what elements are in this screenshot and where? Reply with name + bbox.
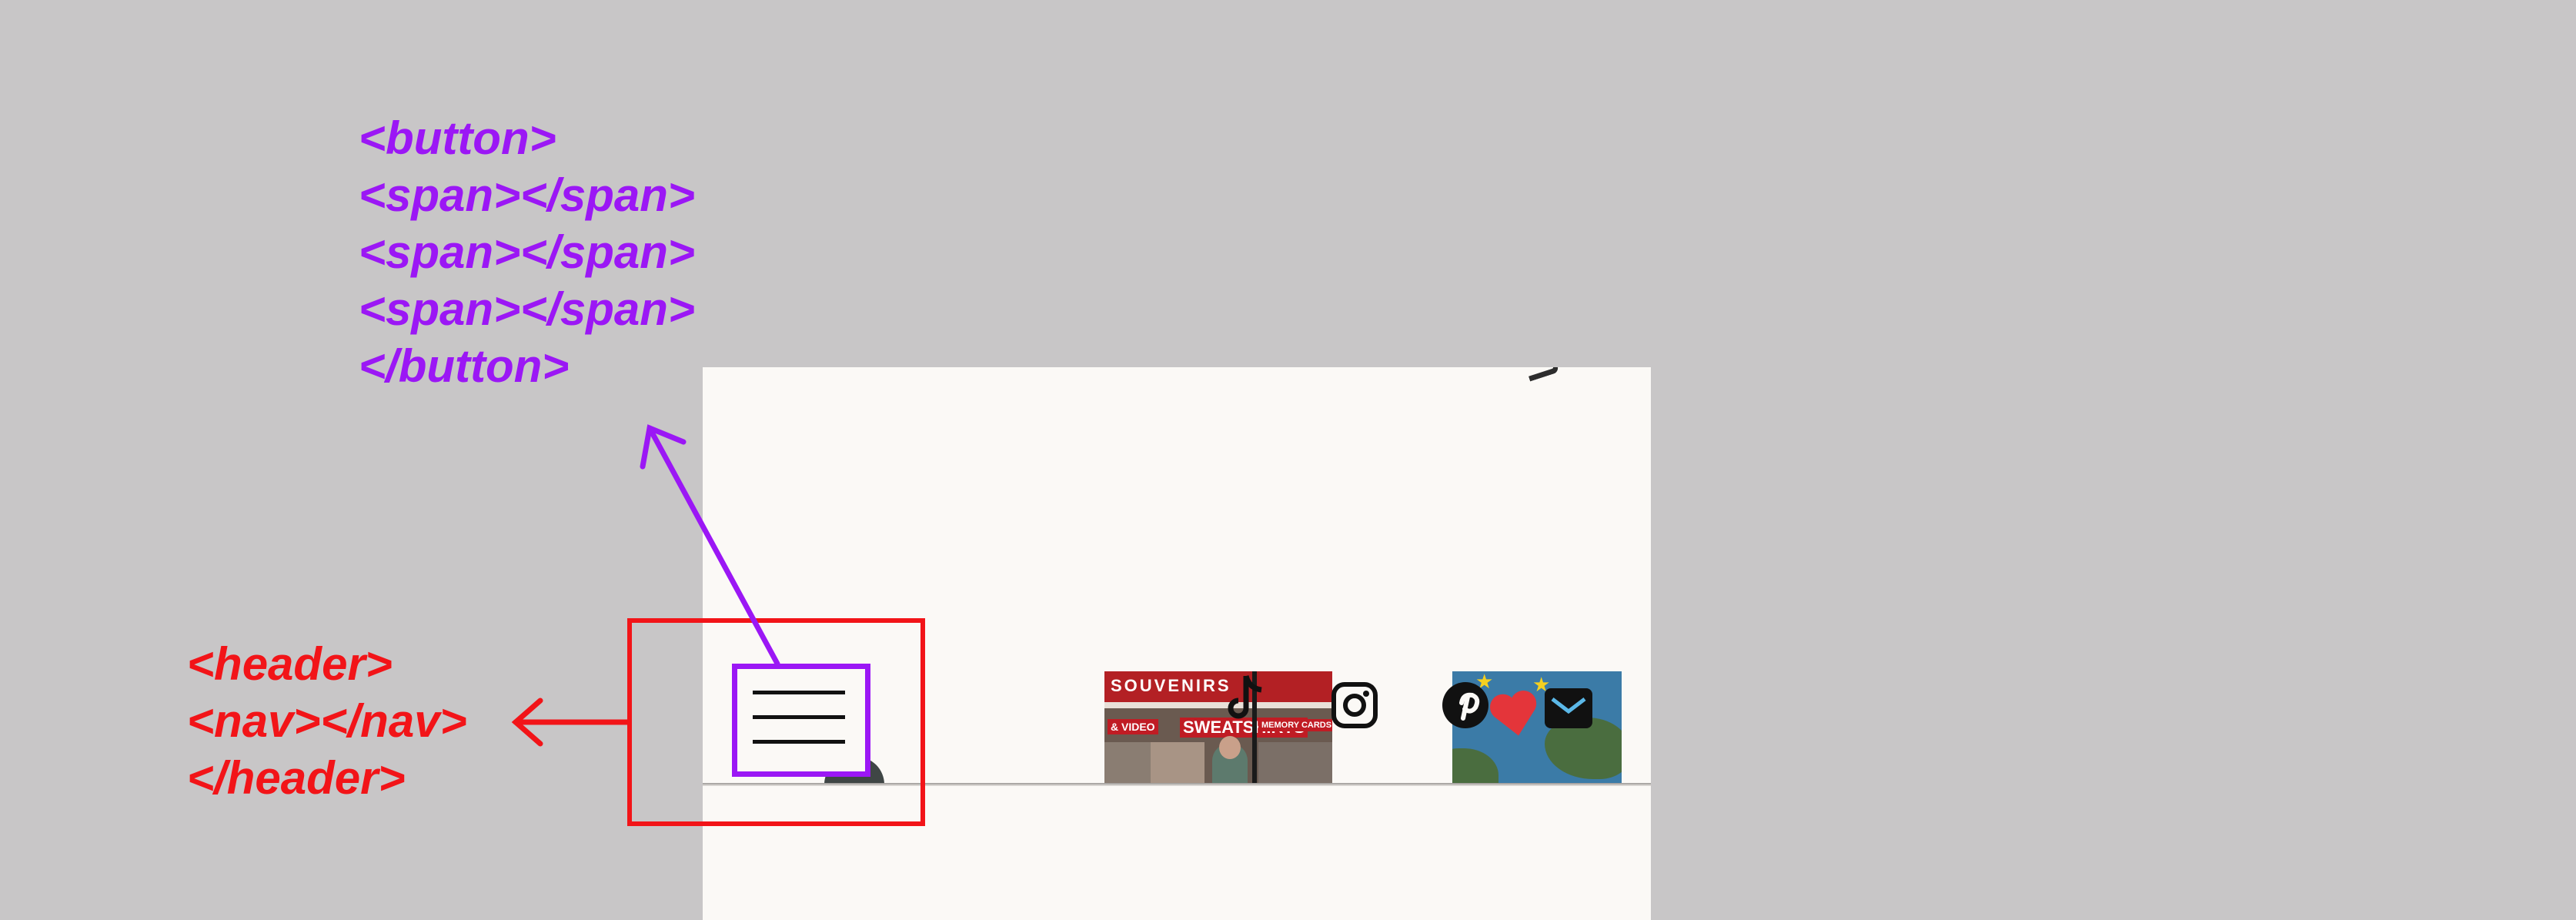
red-arrow	[511, 698, 630, 747]
annotation-arrows	[511, 424, 780, 747]
purple-arrow	[640, 424, 780, 667]
